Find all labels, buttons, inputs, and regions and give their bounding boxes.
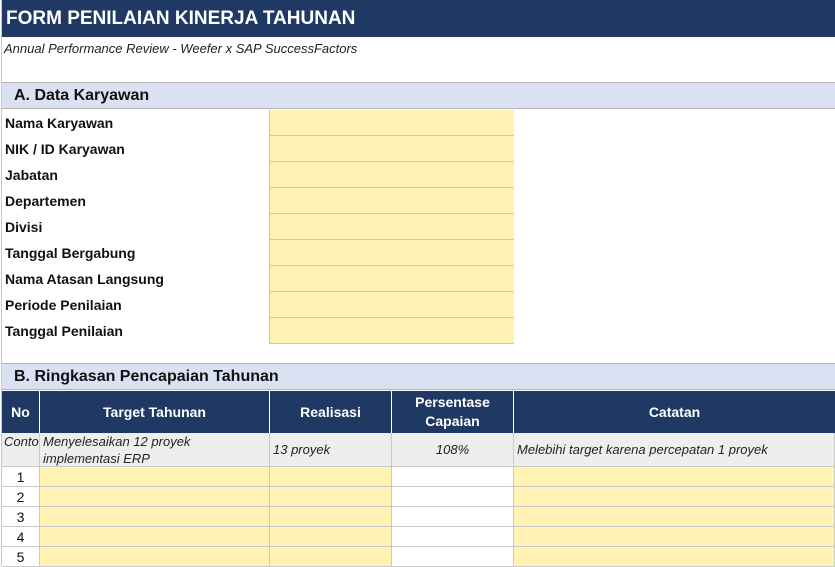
- example-row-persentase: 108%: [392, 433, 514, 467]
- row-catatan-input[interactable]: [514, 467, 835, 487]
- field-input[interactable]: [269, 110, 514, 136]
- field-label: Tanggal Bergabung: [5, 245, 136, 261]
- example-row-catatan: Melebihi target karena percepatan 1 proy…: [514, 433, 835, 467]
- row-persentase-cell[interactable]: [392, 507, 514, 527]
- field-input[interactable]: [269, 136, 514, 162]
- row-target-input[interactable]: [40, 547, 270, 567]
- row-realisasi-input[interactable]: [270, 507, 392, 527]
- field-label: Nama Atasan Langsung: [5, 271, 164, 287]
- field-input[interactable]: [269, 188, 514, 214]
- field-input[interactable]: [269, 162, 514, 188]
- row-no: 3: [2, 507, 40, 527]
- example-row-target: Menyelesaikan 12 proyek implementasi ERP: [40, 433, 270, 467]
- row-no: 1: [2, 467, 40, 487]
- field-label: NIK / ID Karyawan: [5, 141, 125, 157]
- column-header-persentase: Persentase Capaian: [392, 391, 514, 433]
- row-realisasi-input[interactable]: [270, 527, 392, 547]
- row-persentase-cell[interactable]: [392, 527, 514, 547]
- row-persentase-cell[interactable]: [392, 467, 514, 487]
- row-no: 2: [2, 487, 40, 507]
- field-label: Departemen: [5, 193, 86, 209]
- field-label: Periode Penilaian: [5, 297, 122, 313]
- form-subtitle: Annual Performance Review - Weefer x SAP…: [4, 41, 358, 56]
- column-header-realisasi: Realisasi: [270, 391, 392, 433]
- field-input[interactable]: [269, 214, 514, 240]
- example-row-realisasi: 13 proyek: [270, 433, 392, 467]
- column-header-target: Target Tahunan: [40, 391, 270, 433]
- row-target-input[interactable]: [40, 467, 270, 487]
- column-header-catatan: Catatan: [514, 391, 835, 433]
- row-realisasi-input[interactable]: [270, 487, 392, 507]
- row-no: 5: [2, 547, 40, 567]
- row-target-input[interactable]: [40, 487, 270, 507]
- row-catatan-input[interactable]: [514, 507, 835, 527]
- row-catatan-input[interactable]: [514, 487, 835, 507]
- field-input[interactable]: [269, 318, 514, 344]
- field-input[interactable]: [269, 240, 514, 266]
- section-b-heading: B. Ringkasan Pencapaian Tahunan: [2, 363, 835, 390]
- field-input[interactable]: [269, 292, 514, 318]
- section-a-heading: A. Data Karyawan: [2, 82, 835, 109]
- row-catatan-input[interactable]: [514, 527, 835, 547]
- field-label: Divisi: [5, 219, 43, 235]
- example-row-no: Contoh: [2, 433, 40, 467]
- row-realisasi-input[interactable]: [270, 547, 392, 567]
- field-label: Jabatan: [5, 167, 58, 183]
- field-label: Nama Karyawan: [5, 115, 114, 131]
- row-target-input[interactable]: [40, 507, 270, 527]
- form-title: FORM PENILAIAN KINERJA TAHUNAN: [2, 0, 835, 37]
- field-input[interactable]: [269, 266, 514, 292]
- row-persentase-cell[interactable]: [392, 487, 514, 507]
- row-target-input[interactable]: [40, 527, 270, 547]
- row-realisasi-input[interactable]: [270, 467, 392, 487]
- row-catatan-input[interactable]: [514, 547, 835, 567]
- row-no: 4: [2, 527, 40, 547]
- row-persentase-cell[interactable]: [392, 547, 514, 567]
- column-header-no: No: [2, 391, 40, 433]
- field-label: Tanggal Penilaian: [5, 323, 123, 339]
